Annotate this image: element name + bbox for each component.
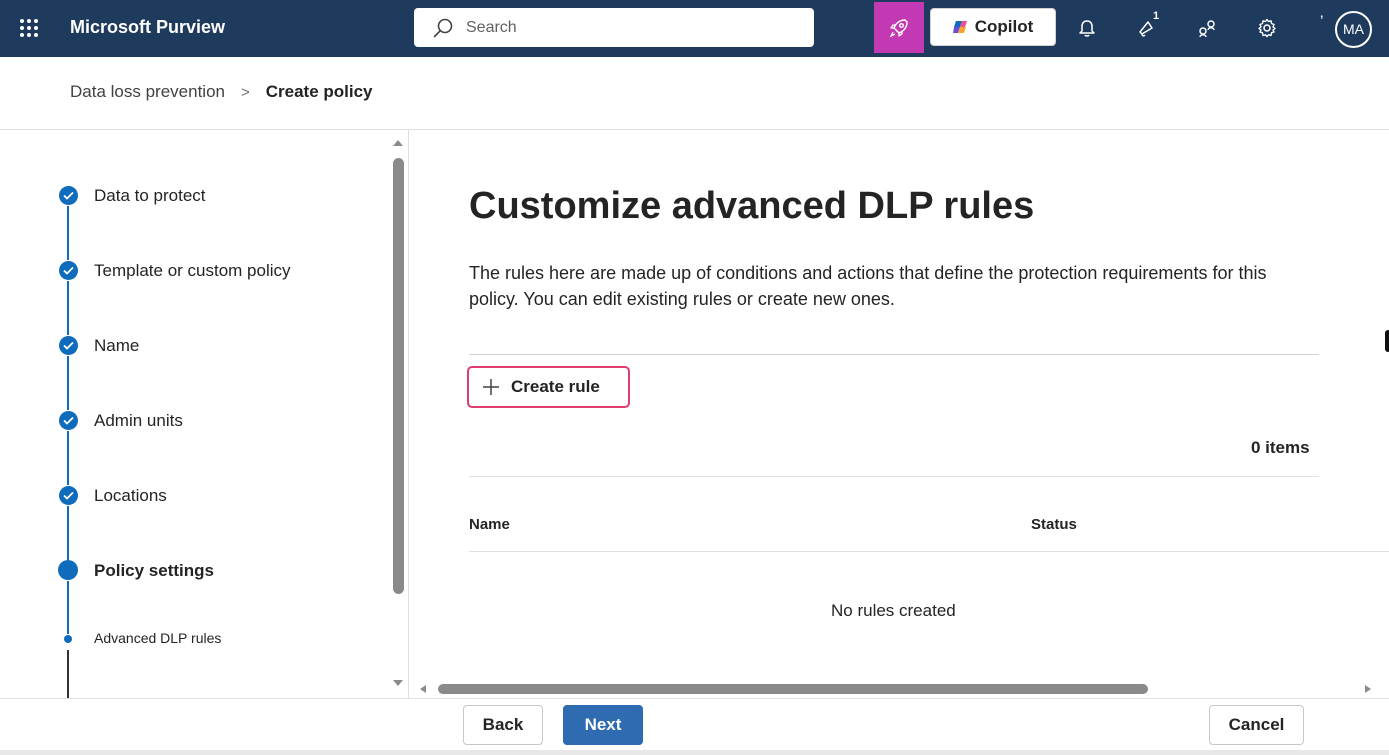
copilot-icon bbox=[952, 21, 967, 33]
checkmark-icon bbox=[59, 336, 78, 355]
step-name[interactable]: Name bbox=[94, 336, 139, 356]
next-button[interactable]: Next bbox=[563, 705, 643, 745]
bell-icon bbox=[1079, 20, 1095, 37]
column-header-status[interactable]: Status bbox=[1031, 516, 1077, 533]
search-icon bbox=[433, 18, 453, 37]
footer-divider bbox=[0, 698, 1389, 699]
step-connector bbox=[67, 581, 69, 634]
step-admin-units[interactable]: Admin units bbox=[94, 411, 183, 431]
section-divider bbox=[469, 354, 1319, 355]
scroll-right-arrow-icon[interactable] bbox=[1364, 684, 1372, 694]
step-connector bbox=[67, 281, 69, 335]
settings-button[interactable] bbox=[1253, 14, 1281, 42]
step-policy-settings[interactable]: Policy settings bbox=[94, 561, 214, 581]
notifications-button[interactable] bbox=[1073, 14, 1101, 42]
page-title: Customize advanced DLP rules bbox=[469, 185, 1035, 227]
step-connector bbox=[67, 356, 69, 410]
scroll-up-arrow-icon[interactable] bbox=[392, 138, 404, 148]
rocket-button[interactable] bbox=[874, 2, 924, 53]
window-bottom-edge bbox=[0, 750, 1389, 755]
vertical-scrollbar-thumb[interactable] bbox=[393, 158, 404, 594]
chevron-right-icon: > bbox=[240, 83, 250, 101]
items-count: 0 items bbox=[1251, 438, 1310, 457]
breadcrumb-parent[interactable]: Data loss prevention bbox=[70, 82, 225, 102]
substep-indicator bbox=[64, 635, 72, 643]
column-header-name[interactable]: Name bbox=[469, 516, 510, 533]
separator-tick: ʼ bbox=[1320, 14, 1324, 31]
scroll-left-arrow-icon[interactable] bbox=[419, 684, 427, 694]
search-box[interactable] bbox=[414, 8, 814, 47]
wizard-steps: Data to protect Template or custom polic… bbox=[0, 130, 408, 698]
breadcrumb: Data loss prevention > Create policy bbox=[70, 82, 373, 102]
top-bar: Microsoft Purview Copilot bbox=[0, 0, 1389, 57]
step-connector bbox=[67, 431, 69, 485]
main-panel: Customize advanced DLP rules The rules h… bbox=[409, 130, 1389, 698]
step-locations[interactable]: Locations bbox=[94, 486, 167, 506]
step-data-to-protect[interactable]: Data to protect bbox=[94, 186, 206, 206]
rocket-icon bbox=[889, 18, 908, 37]
scroll-down-arrow-icon[interactable] bbox=[392, 678, 404, 688]
table-top-divider bbox=[469, 476, 1319, 477]
share-icon bbox=[1199, 20, 1215, 38]
gear-icon bbox=[1258, 18, 1276, 38]
step-connector bbox=[67, 506, 69, 560]
copilot-button[interactable]: Copilot bbox=[930, 8, 1056, 46]
plus-icon bbox=[483, 379, 499, 395]
avatar[interactable]: MA bbox=[1335, 11, 1372, 48]
app-title[interactable]: Microsoft Purview bbox=[70, 17, 225, 38]
table-header-divider bbox=[469, 551, 1389, 552]
substep-advanced-dlp-rules[interactable]: Advanced DLP rules bbox=[94, 630, 221, 646]
search-input[interactable] bbox=[466, 18, 766, 37]
checkmark-icon bbox=[59, 486, 78, 505]
create-rule-label: Create rule bbox=[511, 377, 600, 396]
share-button[interactable] bbox=[1193, 14, 1221, 42]
cancel-button[interactable]: Cancel bbox=[1209, 705, 1304, 745]
waffle-icon[interactable] bbox=[18, 17, 40, 39]
checkmark-icon bbox=[59, 186, 78, 205]
breadcrumb-current: Create policy bbox=[265, 82, 373, 101]
back-button[interactable]: Back bbox=[463, 705, 543, 745]
checkmark-icon bbox=[59, 261, 78, 280]
whats-new-button[interactable]: 1 bbox=[1132, 8, 1164, 42]
create-rule-button[interactable]: Create rule bbox=[467, 366, 630, 408]
copilot-label: Copilot bbox=[974, 17, 1034, 36]
step-connector bbox=[67, 206, 69, 260]
page-description: The rules here are made up of conditions… bbox=[469, 263, 1267, 309]
current-step-indicator bbox=[58, 560, 78, 580]
horizontal-scrollbar-thumb[interactable] bbox=[438, 684, 1148, 694]
step-template-or-custom-policy[interactable]: Template or custom policy bbox=[94, 261, 291, 281]
checkmark-icon bbox=[59, 411, 78, 430]
notification-badge: 1 bbox=[1148, 8, 1164, 24]
edge-handle bbox=[1385, 330, 1389, 352]
empty-state-message: No rules created bbox=[831, 601, 956, 620]
step-connector bbox=[67, 650, 69, 698]
